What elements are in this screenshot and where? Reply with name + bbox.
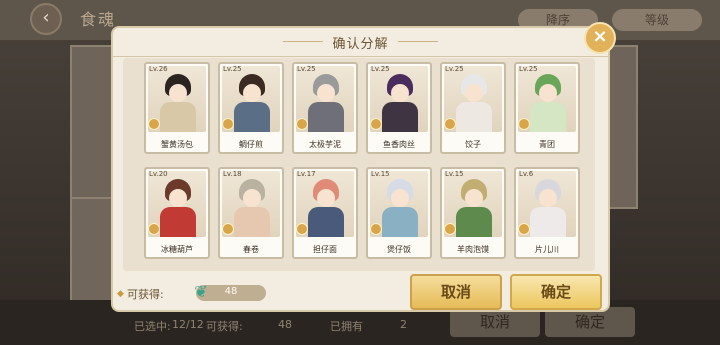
- portrait-face: [391, 84, 409, 102]
- card-name: 太极芋泥: [309, 140, 341, 149]
- card-level: Lv.25: [371, 65, 390, 73]
- portrait-face: [243, 84, 261, 102]
- portrait-body: [382, 102, 418, 132]
- rarity-badge-icon: [296, 118, 308, 130]
- card-level: Lv.26: [149, 65, 168, 73]
- card-level: Lv.15: [371, 170, 390, 178]
- portrait-body: [530, 102, 566, 132]
- rarity-badge-icon: [148, 223, 160, 235]
- rarity-badge-icon: [370, 223, 382, 235]
- portrait-body: [234, 207, 270, 237]
- bg-selected-value: 12/12: [172, 318, 204, 331]
- bg-owned-value: 2: [400, 318, 407, 331]
- portrait-body: [308, 207, 344, 237]
- card-name: 冰糖葫芦: [161, 245, 193, 254]
- bg-cancel-button: 取消: [450, 307, 540, 337]
- close-icon[interactable]: ×: [584, 22, 616, 54]
- dialog-title: 确认分解: [332, 37, 389, 52]
- bg-selected-label: 已选中:: [134, 320, 171, 333]
- portrait-face: [465, 84, 483, 102]
- card-name: 鲷仔煎: [239, 140, 263, 149]
- portrait-face: [317, 189, 335, 207]
- portrait-face: [465, 189, 483, 207]
- background-title: 食魂: [80, 10, 117, 29]
- card-name: 蟹黄汤包: [161, 140, 193, 149]
- character-card[interactable]: Lv.26 蟹黄汤包: [144, 62, 210, 154]
- portrait-body: [160, 102, 196, 132]
- rarity-badge-icon: [518, 223, 530, 235]
- background-card: [606, 45, 638, 209]
- portrait-face: [169, 189, 187, 207]
- character-card[interactable]: Lv.25 鱼香肉丝: [366, 62, 432, 154]
- portrait-body: [530, 207, 566, 237]
- card-name: 鱼香肉丝: [383, 140, 415, 149]
- level-sort-button[interactable]: 等级: [612, 9, 702, 31]
- card-level: Lv.25: [519, 65, 538, 73]
- character-card[interactable]: Lv.17 担仔面: [292, 167, 358, 259]
- portrait-body: [382, 207, 418, 237]
- bg-owned-label: 已拥有: [330, 320, 363, 333]
- card-level: Lv.6: [519, 170, 534, 178]
- card-level: Lv.20: [149, 170, 168, 178]
- portrait-body: [456, 207, 492, 237]
- obtain-bullet-icon: ◆: [117, 289, 124, 299]
- portrait-face: [243, 189, 261, 207]
- portrait-face: [169, 84, 187, 102]
- card-level: Lv.25: [297, 65, 316, 73]
- character-card[interactable]: Lv.25 鲷仔煎: [218, 62, 284, 154]
- card-name: 煲仔饭: [387, 245, 411, 254]
- card-level: Lv.25: [223, 65, 242, 73]
- bg-obtain-label: 可获得:: [206, 320, 243, 333]
- confirm-button[interactable]: 确定: [510, 274, 602, 310]
- rarity-badge-icon: [148, 118, 160, 130]
- card-name: 片儿川: [535, 245, 559, 254]
- card-name: 羊肉泡馍: [457, 245, 489, 254]
- character-card[interactable]: Lv.15 羊肉泡馍: [440, 167, 506, 259]
- rarity-badge-icon: [222, 118, 234, 130]
- background-card: [70, 45, 118, 209]
- character-card[interactable]: Lv.25 青团: [514, 62, 580, 154]
- character-card[interactable]: Lv.6 片儿川: [514, 167, 580, 259]
- dialog-title-bar: 确认分解: [113, 28, 608, 57]
- card-name: 春卷: [243, 245, 259, 254]
- character-card[interactable]: Lv.20 冰糖葫芦: [144, 167, 210, 259]
- character-card[interactable]: Lv.18 春卷: [218, 167, 284, 259]
- cancel-button[interactable]: 取消: [410, 274, 502, 310]
- portrait-face: [391, 189, 409, 207]
- portrait-face: [539, 189, 557, 207]
- rarity-badge-icon: [222, 223, 234, 235]
- portrait-body: [308, 102, 344, 132]
- back-icon[interactable]: ‹: [30, 3, 62, 35]
- card-level: Lv.18: [223, 170, 242, 178]
- feather-icon: ❦: [194, 282, 208, 301]
- title-ornament: [398, 41, 438, 42]
- portrait-body: [160, 207, 196, 237]
- portrait-body: [456, 102, 492, 132]
- rarity-badge-icon: [518, 118, 530, 130]
- card-name: 饺子: [465, 140, 481, 149]
- obtain-label: 可获得:: [127, 288, 164, 301]
- bg-obtain-value: 48: [278, 318, 292, 331]
- rarity-badge-icon: [444, 223, 456, 235]
- card-level: Lv.25: [445, 65, 464, 73]
- portrait-face: [317, 84, 335, 102]
- bg-confirm-button: 确定: [545, 307, 635, 337]
- card-level: Lv.17: [297, 170, 316, 178]
- card-name: 担仔面: [313, 245, 337, 254]
- rarity-badge-icon: [370, 118, 382, 130]
- rarity-badge-icon: [296, 223, 308, 235]
- portrait-body: [234, 102, 270, 132]
- portrait-face: [539, 84, 557, 102]
- card-level: Lv.15: [445, 170, 464, 178]
- character-card[interactable]: Lv.25 太极芋泥: [292, 62, 358, 154]
- card-name: 青团: [539, 140, 555, 149]
- character-card[interactable]: Lv.25 饺子: [440, 62, 506, 154]
- character-card[interactable]: Lv.15 煲仔饭: [366, 167, 432, 259]
- rarity-badge-icon: [444, 118, 456, 130]
